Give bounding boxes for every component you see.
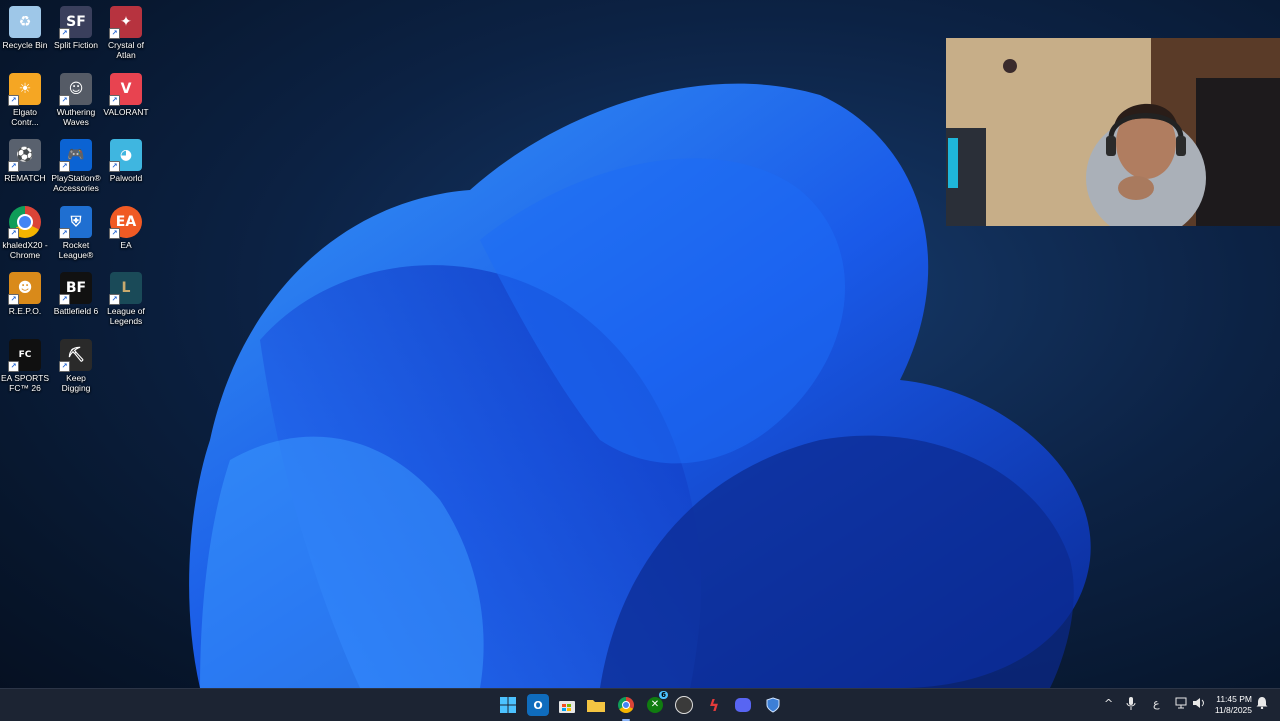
desktop-icon-label: Elgato Contr... bbox=[11, 107, 39, 127]
desktop-icon-recycle-bin[interactable]: ♻ Recycle Bin bbox=[0, 0, 50, 50]
chevron-up-icon: ^ bbox=[1104, 697, 1114, 710]
taskbar-file-explorer[interactable] bbox=[585, 694, 607, 716]
taskbar-microsoft-store[interactable] bbox=[556, 694, 578, 716]
show-hidden-icons-button[interactable]: ^ bbox=[1104, 697, 1113, 710]
icon-glyph: V bbox=[120, 81, 132, 97]
microphone-icon bbox=[1126, 697, 1136, 710]
chrome-icon bbox=[618, 697, 634, 713]
taskbar-obs[interactable] bbox=[673, 694, 695, 716]
elgato-control-center-icon: ☀ ↗ bbox=[8, 73, 41, 106]
desktop-icon-ea-sports-fc-26[interactable]: FC ↗ EA SPORTS FC™ 26 bbox=[0, 333, 50, 393]
valorant-icon: V ↗ bbox=[109, 73, 142, 106]
desktop-icon-label: League of Legends bbox=[107, 306, 145, 326]
desktop-icon-label: Rocket League® bbox=[58, 240, 94, 260]
start-windows-icon bbox=[500, 697, 516, 713]
ea-icon: EA ↗ bbox=[109, 206, 142, 239]
battlefield-6-icon: BF ↗ bbox=[59, 272, 92, 305]
desktop-icon-label: Battlefield 6 bbox=[53, 306, 99, 316]
desktop-icon-label: R.E.P.O. bbox=[8, 306, 42, 316]
file-explorer-icon bbox=[587, 700, 605, 712]
desktop-icon-wuthering-waves[interactable]: ☺ ↗ Wuthering Waves bbox=[51, 67, 101, 127]
desktop-icon-label: EA SPORTS FC™ 26 bbox=[0, 373, 50, 393]
clock-button[interactable]: 11:45 PM 11/8/2025 bbox=[1215, 694, 1252, 716]
desktop-icon-label: Wuthering Waves bbox=[56, 107, 96, 127]
desktop-icon-battlefield-6[interactable]: BF ↗ Battlefield 6 bbox=[51, 266, 101, 316]
notifications-button[interactable] bbox=[1256, 696, 1268, 712]
network-icon bbox=[1175, 697, 1187, 709]
desktop-icon-label: Palworld bbox=[109, 173, 143, 183]
desktop-icon-label: Keep Digging bbox=[61, 373, 91, 393]
desktop-icon-ea[interactable]: EA ↗ EA bbox=[101, 200, 151, 250]
clock-time: 11:45 PM bbox=[1216, 694, 1252, 704]
desktop-icon-rematch[interactable]: ⚽ ↗ REMATCH bbox=[0, 133, 50, 183]
rematch-icon: ⚽ ↗ bbox=[8, 139, 41, 172]
taskbar: O ✕ 6 ϟ ^ ع 11:45 PM 11/8/2025 bbox=[0, 688, 1280, 721]
desktop-icon-league-of-legends[interactable]: L ↗ League of Legends bbox=[101, 266, 151, 326]
palworld-icon: ◕ ↗ bbox=[109, 139, 142, 172]
clock-date: 11/8/2025 bbox=[1214, 705, 1252, 715]
taskbar-shield-app[interactable] bbox=[762, 694, 784, 716]
desktop-icon-chrome-profile[interactable]: ↗ khaledX20 - Chrome bbox=[0, 200, 50, 260]
league-of-legends-icon: L ↗ bbox=[109, 272, 142, 305]
desktop-icon-rocket-league[interactable]: ⛨ ↗ Rocket League® bbox=[51, 200, 101, 260]
recycle-bin-icon: ♻ bbox=[9, 6, 41, 38]
start-button[interactable] bbox=[497, 694, 519, 716]
network-button[interactable] bbox=[1175, 697, 1189, 712]
notification-bell-icon bbox=[1256, 697, 1268, 710]
taskbar-chrome[interactable] bbox=[615, 694, 637, 721]
microsoft-store-icon bbox=[559, 701, 575, 713]
desktop-icon-label: khaledX20 - Chrome bbox=[2, 240, 48, 260]
taskbar-bolt-app[interactable]: ϟ bbox=[703, 694, 725, 716]
taskbar-xbox[interactable]: ✕ 6 bbox=[644, 691, 668, 716]
wuthering-waves-icon: ☺ ↗ bbox=[59, 73, 92, 106]
rocket-league-icon: ⛨ ↗ bbox=[59, 206, 92, 239]
repo-icon: ☻ ↗ bbox=[8, 272, 41, 305]
language-label: ع bbox=[1153, 697, 1160, 710]
desktop-icon-label: EA bbox=[120, 240, 132, 250]
desktop-icon-label: Crystal of Atlan bbox=[108, 40, 144, 60]
outlook-icon: O bbox=[533, 698, 543, 712]
desktop-icon-valorant[interactable]: V ↗ VALORANT bbox=[101, 67, 151, 117]
notification-badge: 6 bbox=[659, 691, 668, 699]
taskbar-discord[interactable] bbox=[732, 694, 754, 716]
desktop-icon-label: Split Fiction bbox=[54, 40, 98, 50]
desktop-icon-label: PlayStation® Accessories bbox=[51, 173, 101, 193]
taskbar-outlook[interactable]: O bbox=[527, 694, 549, 716]
webcam-overlay bbox=[946, 38, 1280, 226]
desktop-icon-playstation-accessories[interactable]: 🎮 ↗ PlayStation® Accessories bbox=[51, 133, 101, 193]
chrome-icon: ↗ bbox=[8, 206, 41, 239]
desktop-icon-label: Recycle Bin bbox=[2, 40, 48, 50]
playstation-accessories-icon: 🎮 ↗ bbox=[59, 139, 92, 172]
webcam-person-image bbox=[946, 38, 1280, 226]
obs-icon bbox=[675, 696, 693, 714]
keep-digging-icon: ⛏ ↗ bbox=[59, 339, 92, 372]
desktop-icon-split-fiction[interactable]: SF ↗ Split Fiction bbox=[51, 0, 101, 50]
discord-icon bbox=[735, 698, 751, 712]
desktop-icon-palworld[interactable]: ◕ ↗ Palworld bbox=[101, 133, 151, 183]
desktop-icon-label: REMATCH bbox=[4, 173, 46, 183]
split-fiction-icon: SF ↗ bbox=[59, 6, 92, 39]
desktop-icon-label: VALORANT bbox=[103, 107, 149, 117]
xbox-icon: ✕ bbox=[647, 697, 663, 713]
bolt-app-icon: ϟ bbox=[708, 695, 720, 715]
desktop-icon-repo[interactable]: ☻ ↗ R.E.P.O. bbox=[0, 266, 50, 316]
desktop-icon-crystal-of-atlan[interactable]: ✦ ↗ Crystal of Atlan bbox=[101, 0, 151, 60]
shield-app-icon bbox=[766, 697, 780, 713]
microphone-button[interactable] bbox=[1126, 697, 1136, 713]
crystal-of-atlan-icon: ✦ ↗ bbox=[109, 6, 142, 39]
input-language-indicator[interactable]: ع bbox=[1153, 697, 1160, 710]
volume-icon bbox=[1193, 698, 1204, 708]
desktop-icon-keep-digging[interactable]: ⛏ ↗ Keep Digging bbox=[51, 333, 101, 393]
desktop-icon-elgato[interactable]: ☀ ↗ Elgato Contr... bbox=[0, 67, 50, 127]
volume-button[interactable] bbox=[1192, 697, 1206, 712]
ea-sports-fc-26-icon: FC ↗ bbox=[8, 339, 41, 372]
